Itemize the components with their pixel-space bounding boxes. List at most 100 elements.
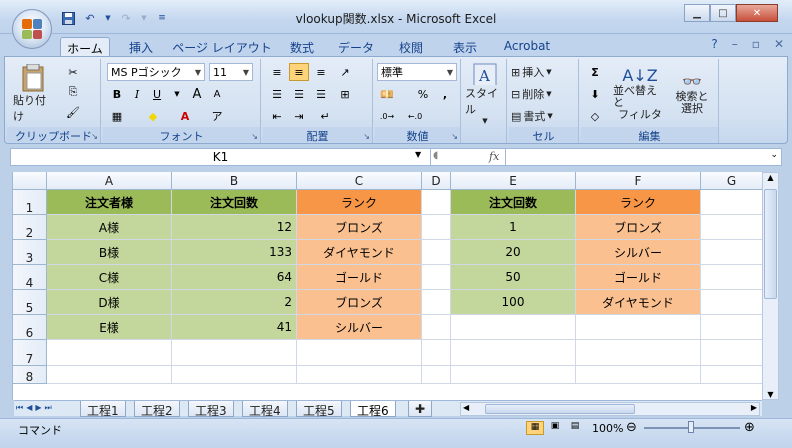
cell-e2[interactable]: 1 (451, 215, 576, 240)
font-size-combo[interactable]: 11 ▼ (209, 63, 253, 81)
italic-button[interactable]: I (127, 85, 147, 103)
column-header-d[interactable]: D (422, 172, 451, 190)
close-icon[interactable]: ✕ (736, 4, 778, 22)
cell-a3[interactable]: B様 (47, 240, 172, 265)
row-header-5[interactable]: 5 (13, 290, 47, 315)
sheet-tab-1[interactable]: 工程1 (80, 401, 126, 418)
format-cells-button[interactable]: ▤ 書式 ▼ (511, 107, 575, 125)
cell-d1[interactable] (422, 190, 451, 215)
scroll-left-icon[interactable]: ◀ (463, 403, 469, 412)
scroll-down-icon[interactable]: ▼ (763, 390, 778, 399)
cell-c2[interactable]: ブロンズ (297, 215, 422, 240)
cell-f1[interactable]: ランク (576, 190, 701, 215)
cell-a2[interactable]: A様 (47, 215, 172, 240)
decrease-indent-icon[interactable]: ⇤ (267, 107, 287, 125)
cell-e3[interactable]: 20 (451, 240, 576, 265)
cell-e1[interactable]: 注文回数 (451, 190, 576, 215)
zoom-in-icon[interactable]: ⊕ (744, 420, 755, 435)
number-format-combo[interactable]: 標準 ▼ (377, 63, 457, 81)
row-header-2[interactable]: 2 (13, 215, 47, 240)
phonetic-icon[interactable]: ア (207, 107, 227, 125)
zoom-out-icon[interactable]: ⊖ (626, 420, 637, 435)
cell-g2[interactable] (701, 215, 762, 240)
cell-c4[interactable]: ゴールド (297, 265, 422, 290)
grow-font-button[interactable]: A (187, 85, 207, 103)
row-header-4[interactable]: 4 (13, 265, 47, 290)
horizontal-scrollbar[interactable]: ◀ ▶ (460, 402, 760, 416)
align-right-icon[interactable]: ☰ (311, 85, 331, 103)
chevron-down-icon[interactable]: ▼ (415, 150, 421, 159)
page-break-view-icon[interactable]: ▤ (566, 421, 584, 435)
minimize-icon[interactable]: ▁ (684, 4, 710, 22)
cell-e4[interactable]: 50 (451, 265, 576, 290)
cell-g3[interactable] (701, 240, 762, 265)
cell-a1[interactable]: 注文者様 (47, 190, 172, 215)
font-name-combo[interactable]: MS Pゴシック ▼ (107, 63, 205, 81)
increase-indent-icon[interactable]: ⇥ (289, 107, 309, 125)
tab-home[interactable]: ホーム (60, 37, 110, 56)
cell-d4[interactable] (422, 265, 451, 290)
comma-button[interactable]: , (435, 85, 455, 103)
sort-filter-button[interactable]: A↓Z 並べ替えと フィルタ (613, 63, 667, 125)
cell-b2[interactable]: 12 (172, 215, 297, 240)
cell-a7[interactable] (47, 340, 172, 366)
column-header-b[interactable]: B (172, 172, 297, 190)
clipboard-launcher-icon[interactable]: ↘ (91, 132, 98, 141)
cell-b1[interactable]: 注文回数 (172, 190, 297, 215)
shrink-font-button[interactable]: A (207, 85, 227, 103)
align-left-icon[interactable]: ☰ (267, 85, 287, 103)
tab-data[interactable]: データ (332, 37, 380, 56)
percent-button[interactable]: % (413, 85, 433, 103)
bold-button[interactable]: B (107, 85, 127, 103)
tab-page-layout[interactable]: ページ レイアウト (172, 37, 272, 56)
page-layout-view-icon[interactable]: ▣ (546, 421, 564, 435)
row-header-1[interactable]: 1 (13, 190, 47, 215)
office-button[interactable] (12, 9, 52, 49)
cell-c8[interactable] (297, 366, 422, 384)
number-launcher-icon[interactable]: ↘ (451, 132, 458, 141)
align-bottom-icon[interactable]: ≡ (311, 63, 331, 81)
ribbon-restore-icon[interactable]: ▫ (752, 37, 760, 51)
fill-icon[interactable]: ⬇ (585, 85, 605, 103)
name-box[interactable]: K1 (11, 149, 431, 165)
cell-b7[interactable] (172, 340, 297, 366)
currency-icon[interactable]: 💴 (377, 85, 397, 103)
tab-insert[interactable]: 挿入 (118, 37, 164, 56)
cell-f4[interactable]: ゴールド (576, 265, 701, 290)
zoom-slider-thumb[interactable] (688, 421, 694, 433)
font-color-icon[interactable]: A (175, 107, 195, 125)
cell-e6[interactable] (451, 315, 576, 340)
cell-b4[interactable]: 64 (172, 265, 297, 290)
cell-d5[interactable] (422, 290, 451, 315)
cell-a6[interactable]: E様 (47, 315, 172, 340)
help-icon[interactable]: ? (711, 37, 717, 51)
align-top-icon[interactable]: ≡ (267, 63, 287, 81)
sheet-tab-5[interactable]: 工程5 (296, 401, 342, 418)
style-button[interactable]: A スタイル ▼ (465, 63, 505, 125)
copy-icon[interactable]: ⎘ (63, 83, 83, 101)
cell-d7[interactable] (422, 340, 451, 366)
font-launcher-icon[interactable]: ↘ (251, 132, 258, 141)
column-header-c[interactable]: C (297, 172, 422, 190)
format-painter-icon[interactable]: 🖌 (63, 103, 83, 121)
cell-a4[interactable]: C様 (47, 265, 172, 290)
ribbon-close-icon[interactable]: ✕ (774, 37, 784, 51)
fill-color-icon[interactable]: ◆ (143, 107, 163, 125)
cell-g8[interactable] (701, 366, 762, 384)
normal-view-icon[interactable]: ▦ (526, 421, 544, 435)
tab-view[interactable]: 表示 (442, 37, 488, 56)
cut-icon[interactable]: ✂ (63, 63, 83, 81)
cell-a8[interactable] (47, 366, 172, 384)
increase-decimal-icon[interactable]: .0→ (377, 107, 397, 125)
ribbon-minimize-icon[interactable]: – (732, 37, 738, 51)
column-header-e[interactable]: E (451, 172, 576, 190)
vertical-scroll-thumb[interactable] (764, 189, 777, 299)
column-header-g[interactable]: G (701, 172, 762, 190)
cell-c5[interactable]: ブロンズ (297, 290, 422, 315)
cell-f2[interactable]: ブロンズ (576, 215, 701, 240)
cell-g1[interactable] (701, 190, 762, 215)
column-header-f[interactable]: F (576, 172, 701, 190)
sheet-nav-icon[interactable]: ⏮◀▶⏭ (16, 403, 55, 413)
insert-sheet-icon[interactable]: ✚ (408, 401, 432, 417)
cell-f6[interactable] (576, 315, 701, 340)
